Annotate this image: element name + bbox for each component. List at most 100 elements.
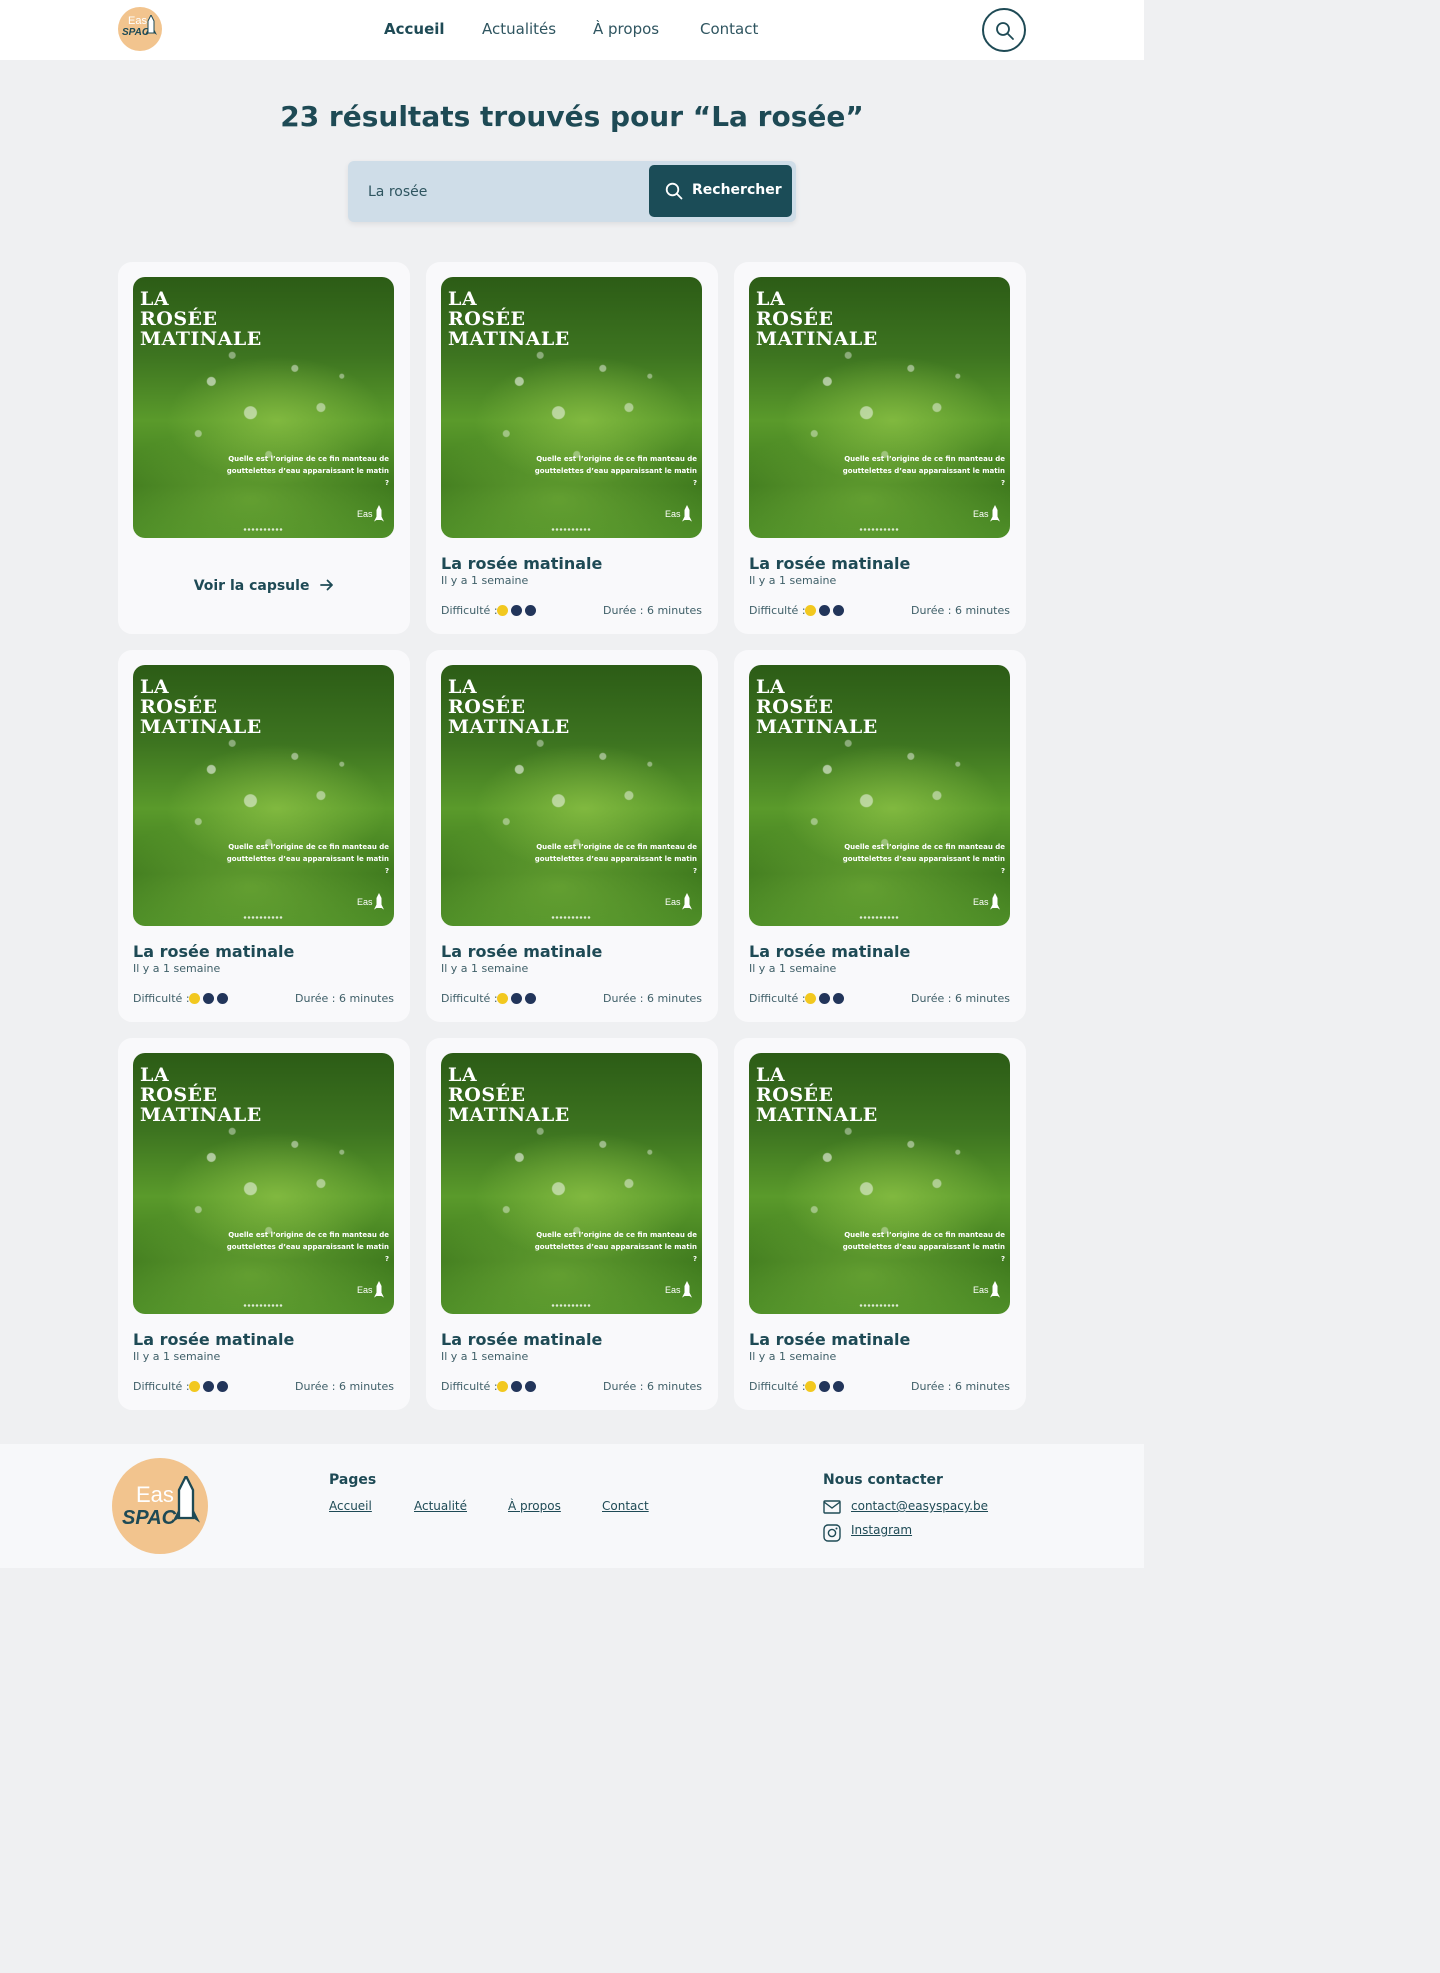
card-title[interactable]: La rosée matinale	[133, 1330, 294, 1349]
thumbnail-subtitle-line: Quelle est l’origine de ce fin manteau d…	[536, 455, 697, 463]
main-nav: Accueil Actualités À propos Contact	[0, 20, 1144, 40]
search-input[interactable]	[348, 161, 648, 222]
capsule-thumbnail[interactable]: LA ROSÉE MATINALE Quelle est l’origine d…	[749, 277, 1010, 538]
card-title[interactable]: La rosée matinale	[749, 1330, 910, 1349]
difficulty-dot	[511, 605, 522, 616]
rocket-icon	[682, 1281, 692, 1298]
header-search-button[interactable]	[982, 8, 1026, 52]
thumbnail-subtitle-line: gouttelettes d’eau apparaissant le matin…	[534, 1243, 697, 1263]
thumbnail-title-line: LA	[756, 1064, 786, 1086]
nav-link-contact[interactable]: Contact	[700, 20, 758, 38]
capsule-thumbnail[interactable]: LA ROSÉE MATINALE Quelle est l’origine d…	[441, 277, 702, 538]
card-date: Il y a 1 semaine	[749, 962, 837, 975]
thumbnail-title-line: ROSÉE	[140, 308, 218, 330]
card-duration: Durée : 6 minutes	[295, 992, 394, 1005]
footer-instagram-link[interactable]: Instagram	[851, 1523, 912, 1537]
capsule-card[interactable]: LA ROSÉE MATINALE Quelle est l’origine d…	[734, 1038, 1026, 1410]
thumbnail-title-line: ROSÉE	[756, 696, 834, 718]
difficulty-dot	[189, 993, 200, 1004]
card-date: Il y a 1 semaine	[441, 962, 529, 975]
carousel-dots	[243, 1304, 283, 1307]
card-title[interactable]: La rosée matinale	[441, 1330, 602, 1349]
thumbnail-subtitle: Quelle est l’origine de ce fin manteau d…	[221, 841, 389, 877]
capsule-card[interactable]: LA ROSÉE MATINALE Quelle est l’origine d…	[118, 1038, 410, 1410]
thumbnail-subtitle-line: gouttelettes d’eau apparaissant le matin…	[226, 467, 389, 487]
footer-email-link[interactable]: contact@easyspacy.be	[851, 1499, 988, 1513]
thumbnail-title-line: MATINALE	[756, 1104, 878, 1126]
carousel-dots	[551, 916, 591, 919]
logo-text-eas: Eas	[136, 1482, 174, 1507]
thumbnail-subtitle-line: gouttelettes d’eau apparaissant le matin…	[842, 1243, 1005, 1263]
thumbnail-title: LA ROSÉE MATINALE	[448, 1065, 570, 1125]
thumbnail-subtitle: Quelle est l’origine de ce fin manteau d…	[529, 1229, 697, 1265]
thumbnail-subtitle-line: Quelle est l’origine de ce fin manteau d…	[228, 455, 389, 463]
thumbnail-subtitle: Quelle est l’origine de ce fin manteau d…	[221, 453, 389, 489]
thumbnail-subtitle-line: gouttelettes d’eau apparaissant le matin…	[842, 855, 1005, 875]
thumbnail-brand: Eas	[357, 509, 373, 519]
capsule-thumbnail[interactable]: LA ROSÉE MATINALE Quelle est l’origine d…	[441, 1053, 702, 1314]
difficulty-dot	[203, 993, 214, 1004]
card-date: Il y a 1 semaine	[133, 962, 221, 975]
capsule-card[interactable]: LA ROSÉE MATINALE Quelle est l’origine d…	[426, 650, 718, 1022]
capsule-thumbnail[interactable]: LA ROSÉE MATINALE Quelle est l’origine d…	[749, 1053, 1010, 1314]
results-query: “La rosée”	[692, 100, 864, 133]
thumbnail-title-line: LA	[140, 676, 170, 698]
footer-link-actualite[interactable]: Actualité	[414, 1499, 467, 1513]
nav-link-actualites[interactable]: Actualités	[482, 20, 556, 38]
capsule-card[interactable]: LA ROSÉE MATINALE Quelle est l’origine d…	[426, 1038, 718, 1410]
search-submit-button[interactable]: Rechercher	[649, 165, 792, 217]
card-title[interactable]: La rosée matinale	[441, 554, 602, 573]
thumbnail-subtitle: Quelle est l’origine de ce fin manteau d…	[837, 1229, 1005, 1265]
difficulty-dot	[203, 1381, 214, 1392]
thumbnail-brand: Eas	[973, 1285, 989, 1295]
difficulty-dot	[497, 605, 508, 616]
thumbnail-title-line: MATINALE	[448, 1104, 570, 1126]
nav-link-accueil[interactable]: Accueil	[384, 20, 445, 38]
card-date: Il y a 1 semaine	[133, 1350, 221, 1363]
card-duration: Durée : 6 minutes	[295, 1380, 394, 1393]
thumbnail-title-line: LA	[756, 676, 786, 698]
thumbnail-brand: Eas	[665, 1285, 681, 1295]
card-title[interactable]: La rosée matinale	[441, 942, 602, 961]
card-duration: Durée : 6 minutes	[911, 604, 1010, 617]
card-date: Il y a 1 semaine	[441, 574, 529, 587]
card-duration: Durée : 6 minutes	[603, 604, 702, 617]
thumbnail-title-line: ROSÉE	[756, 1084, 834, 1106]
difficulty-dot	[833, 1381, 844, 1392]
thumbnail-title-line: MATINALE	[756, 328, 878, 350]
capsule-card[interactable]: LA ROSÉE MATINALE Quelle est l’origine d…	[734, 262, 1026, 634]
difficulty-dot	[525, 993, 536, 1004]
capsule-thumbnail[interactable]: LA ROSÉE MATINALE Quelle est l’origine d…	[133, 1053, 394, 1314]
footer-logo[interactable]: Eas SPAC	[112, 1458, 208, 1554]
card-date: Il y a 1 semaine	[749, 574, 837, 587]
footer-link-a-propos[interactable]: À propos	[508, 1499, 561, 1513]
thumbnail-subtitle-line: Quelle est l’origine de ce fin manteau d…	[844, 843, 1005, 851]
capsule-card[interactable]: LA ROSÉE MATINALE Quelle est l’origine d…	[118, 262, 410, 634]
difficulty-label: Difficulté :	[133, 992, 190, 1005]
capsule-thumbnail[interactable]: LA ROSÉE MATINALE Quelle est l’origine d…	[441, 665, 702, 926]
thumbnail-title-line: MATINALE	[448, 328, 570, 350]
capsule-card[interactable]: LA ROSÉE MATINALE Quelle est l’origine d…	[118, 650, 410, 1022]
thumbnail-title: LA ROSÉE MATINALE	[756, 677, 878, 737]
carousel-dots	[551, 1304, 591, 1307]
thumbnail-subtitle-line: gouttelettes d’eau apparaissant le matin…	[534, 467, 697, 487]
capsule-card[interactable]: LA ROSÉE MATINALE Quelle est l’origine d…	[734, 650, 1026, 1022]
nav-link-a-propos[interactable]: À propos	[593, 20, 659, 38]
view-capsule-link[interactable]: Voir la capsule	[118, 578, 410, 594]
rocket-icon	[374, 505, 384, 522]
capsule-thumbnail[interactable]: LA ROSÉE MATINALE Quelle est l’origine d…	[133, 277, 394, 538]
footer-link-contact[interactable]: Contact	[602, 1499, 649, 1513]
difficulty-dot	[819, 605, 830, 616]
footer-link-accueil[interactable]: Accueil	[329, 1499, 372, 1513]
capsule-thumbnail[interactable]: LA ROSÉE MATINALE Quelle est l’origine d…	[749, 665, 1010, 926]
capsule-card[interactable]: LA ROSÉE MATINALE Quelle est l’origine d…	[426, 262, 718, 634]
difficulty-dot	[805, 1381, 816, 1392]
difficulty-dot	[189, 1381, 200, 1392]
carousel-dots	[243, 528, 283, 531]
carousel-dots	[859, 916, 899, 919]
card-title[interactable]: La rosée matinale	[749, 942, 910, 961]
card-title[interactable]: La rosée matinale	[749, 554, 910, 573]
search-icon	[665, 182, 683, 200]
card-title[interactable]: La rosée matinale	[133, 942, 294, 961]
capsule-thumbnail[interactable]: LA ROSÉE MATINALE Quelle est l’origine d…	[133, 665, 394, 926]
